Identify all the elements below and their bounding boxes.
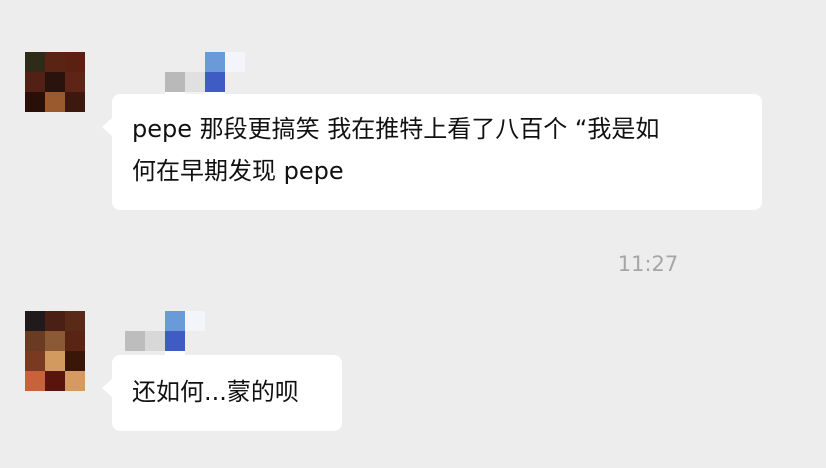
bubble-tail: [102, 118, 112, 136]
avatar-pixel: [45, 311, 65, 331]
avatar-pixel: [65, 72, 85, 92]
name-pixel: [125, 311, 145, 331]
avatar[interactable]: [25, 311, 85, 391]
name-pixel: [165, 52, 185, 72]
avatar-pixel: [45, 52, 65, 72]
message-bubble[interactable]: pepe 那段更搞笑 我在推特上看了八百个 “我是如 何在早期发现 pepe: [102, 94, 762, 210]
name-pixel: [225, 72, 245, 92]
avatar-pixel: [45, 371, 65, 391]
message-text-line: 还如何...蒙的呗: [132, 378, 299, 406]
avatar-pixel: [65, 311, 85, 331]
avatar-pixel: [45, 72, 65, 92]
name-pixel: [125, 331, 145, 351]
name-pixel: [165, 331, 185, 351]
avatar-pixel: [25, 311, 45, 331]
avatar-pixel: [25, 351, 45, 371]
name-pixel: [205, 52, 225, 72]
message-text-line: 何在早期发现 pepe: [132, 157, 344, 185]
name-pixel: [205, 72, 225, 92]
avatar-pixel: [45, 331, 65, 351]
avatar-pixel: [65, 92, 85, 112]
message-bubble[interactable]: 还如何...蒙的呗: [102, 355, 342, 431]
name-pixel: [185, 52, 205, 72]
avatar-pixel: [25, 331, 45, 351]
avatar-pixel: [65, 351, 85, 371]
name-pixel: [185, 72, 205, 92]
name-pixel: [165, 72, 185, 92]
avatar-pixel: [65, 331, 85, 351]
avatar[interactable]: [25, 52, 85, 112]
name-pixel: [225, 52, 245, 72]
name-pixel: [185, 331, 205, 351]
avatar-pixel: [65, 371, 85, 391]
name-pixel: [165, 311, 185, 331]
avatar-pixel: [45, 92, 65, 112]
avatar-pixel: [25, 72, 45, 92]
avatar-pixel: [45, 351, 65, 371]
message-timestamp: 11:27: [617, 252, 679, 276]
bubble-tail: [102, 379, 112, 397]
avatar-pixel: [25, 52, 45, 72]
name-pixel: [145, 331, 165, 351]
name-pixel: [185, 311, 205, 331]
name-pixel: [145, 311, 165, 331]
avatar-pixel: [25, 92, 45, 112]
avatar-pixel: [65, 52, 85, 72]
avatar-pixel: [25, 371, 45, 391]
message-text-line: pepe 那段更搞笑 我在推特上看了八百个 “我是如: [132, 115, 660, 143]
